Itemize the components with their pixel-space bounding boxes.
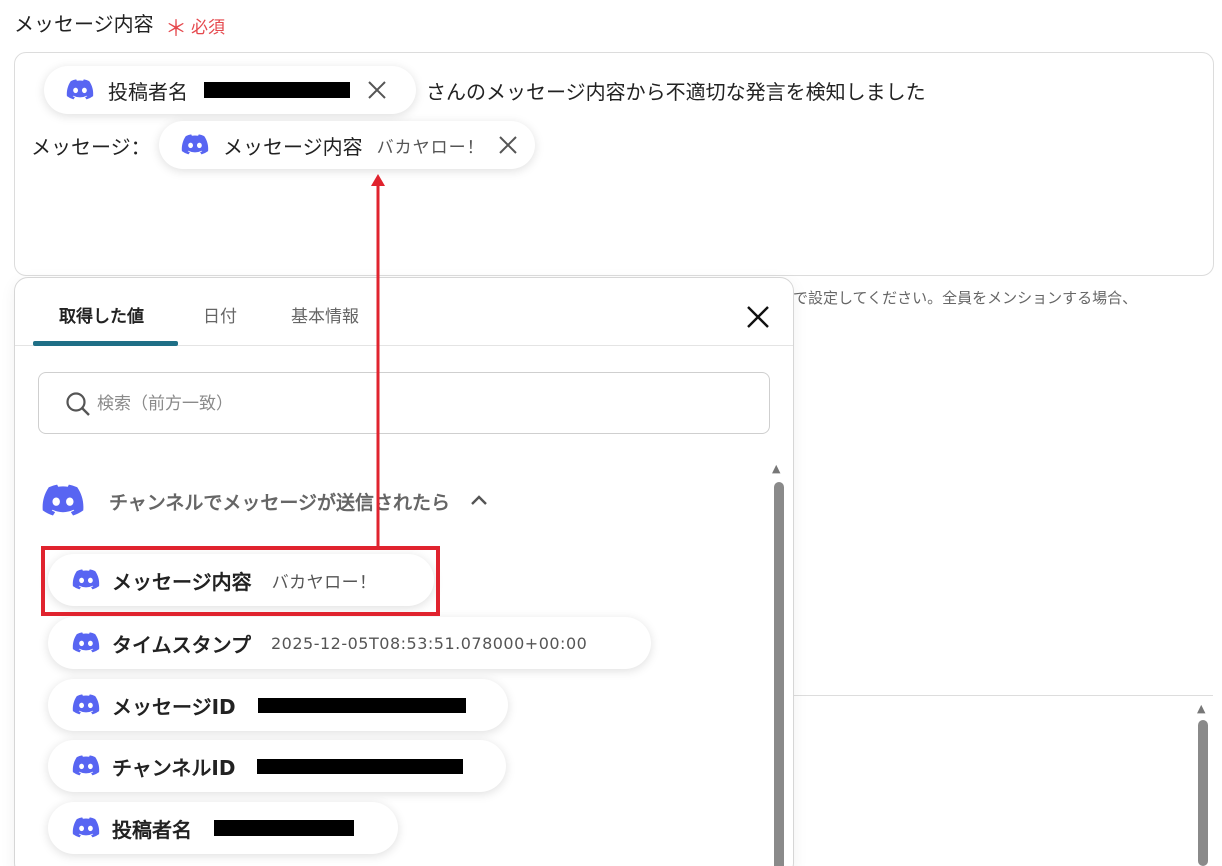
tab-fetched-values[interactable]: 取得した値 [59,302,144,327]
required-asterisk: ＊ [165,17,188,42]
output-item-timestamp[interactable]: タイムスタンプ 2025-12-05T08:53:51.078000+00:00 [48,617,651,669]
chevron-up-icon[interactable] [468,490,490,512]
item-label: 投稿者名 [112,817,192,842]
background-scrollbar[interactable] [1198,720,1208,866]
item-label: チャンネルID [112,755,236,780]
tab-date[interactable]: 日付 [203,302,237,327]
item-value: 2025-12-05T08:53:51.078000+00:00 [271,633,588,653]
redacted-value [257,758,464,774]
remove-chip-icon[interactable] [497,134,519,156]
close-icon[interactable] [745,304,771,330]
output-item-message-content[interactable]: メッセージ内容 バカヤロー！ [48,554,434,606]
group-label: チャンネルでメッセージが送信されたら [109,491,451,514]
scroll-up-arrow-icon[interactable]: ▲ [772,462,780,475]
scroll-up-arrow-icon[interactable]: ▲ [1197,702,1205,715]
panel-scrollbar[interactable] [774,482,784,866]
trigger-group-header[interactable]: チャンネルでメッセージが送信されたら [41,484,490,518]
field-hint-text: で設定してください。全員をメンションする場合、 [793,289,1138,307]
output-item-channel-id[interactable]: チャンネルID [48,740,506,792]
chip-value: バカヤロー！ [376,137,485,158]
field-label: メッセージ内容 [14,12,154,36]
discord-icon [72,694,100,715]
message-prefix-text: メッセージ： [31,135,151,159]
redacted-value [204,82,350,98]
item-label: メッセージ内容 [112,569,252,594]
redacted-value [214,820,354,836]
item-value: バカヤロー！ [271,572,377,593]
item-label: メッセージID [112,694,236,719]
chip-label: メッセージ内容 [223,134,363,159]
discord-icon [42,484,84,516]
message-content-chip[interactable]: メッセージ内容 バカヤロー！ [159,121,535,169]
search-box [38,372,770,434]
author-name-chip[interactable]: 投稿者名 [44,66,416,114]
discord-icon [72,569,100,590]
redacted-value [257,697,466,713]
active-tab-indicator [33,341,178,346]
background-text-area [793,695,1213,866]
output-item-message-id[interactable]: メッセージID [48,679,508,731]
discord-icon [181,134,209,155]
discord-icon [72,632,100,653]
chip-label: 投稿者名 [108,79,188,104]
search-input[interactable] [97,389,737,419]
output-item-author-name[interactable]: 投稿者名 [48,802,398,854]
search-icon [66,392,90,416]
item-label: タイムスタンプ [112,632,251,657]
discord-icon [66,79,94,100]
discord-icon [72,755,100,776]
tab-bar: 取得した値 日付 基本情報 [15,278,793,346]
editor-static-text: さんのメッセージ内容から不適切な発言を検知しました [426,80,926,104]
discord-icon [72,817,100,838]
remove-chip-icon[interactable] [366,79,388,101]
required-badge: ＊必須 [165,11,225,43]
required-text: 必須 [191,18,226,38]
tab-basic-info[interactable]: 基本情報 [291,302,359,327]
